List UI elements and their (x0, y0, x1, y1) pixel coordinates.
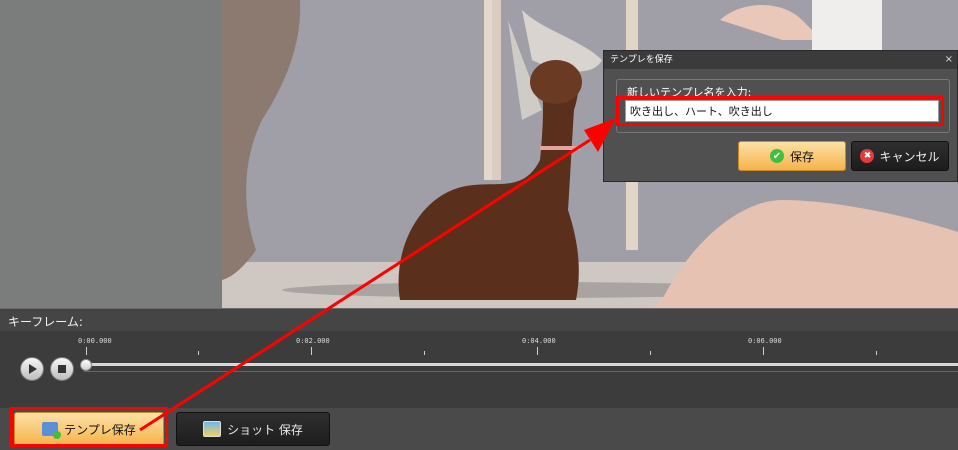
close-icon[interactable]: × (945, 51, 953, 69)
tick-label: 0:04.000 (522, 337, 556, 345)
check-icon: ✔ (769, 149, 784, 163)
tick-mark (311, 347, 312, 355)
save-label: 保存 (789, 149, 814, 164)
timeline-ruler[interactable]: 0:00.000 0:02.000 0:04.000 0:06.000 (0, 331, 958, 409)
tick-mark (424, 351, 425, 355)
highlight-box-name-input (616, 96, 944, 126)
play-button[interactable] (20, 357, 44, 381)
save-shot-label: ショット 保存 (227, 422, 303, 437)
timeline-track[interactable] (84, 363, 958, 366)
tick-mark (86, 347, 87, 355)
tick-label: 0:06.000 (748, 337, 782, 345)
tick-mark (876, 351, 877, 355)
highlight-box-template-button (10, 407, 168, 447)
left-panel (0, 0, 222, 308)
dialog-titlebar: テンプレを保存 × (604, 51, 957, 69)
cancel-icon: ✖ (860, 149, 875, 163)
tick-label: 0:02.000 (296, 337, 330, 345)
playhead-handle[interactable] (80, 359, 92, 371)
tick-mark (763, 347, 764, 355)
keyframe-title: キーフレーム: (8, 315, 83, 329)
save-shot-button[interactable]: ショット 保存 (176, 412, 330, 446)
keyframe-timeline: キーフレーム: 0:00.000 0:02.000 0:04.000 0:06.… (0, 308, 958, 409)
cancel-label: キャンセル (879, 149, 940, 164)
tick-mark (198, 351, 199, 355)
photo-icon (203, 421, 222, 437)
tick-label: 0:00.000 (78, 337, 112, 345)
play-icon (29, 364, 37, 374)
tick-mark (537, 347, 538, 355)
save-button[interactable]: ✔ 保存 (738, 141, 846, 171)
tick-mark (650, 351, 651, 355)
stop-button[interactable] (50, 357, 74, 381)
stop-icon (58, 365, 66, 373)
dialog-title: テンプレを保存 (610, 55, 673, 65)
cancel-button[interactable]: ✖ キャンセル (851, 141, 949, 171)
timeline-track-secondary (84, 371, 958, 372)
